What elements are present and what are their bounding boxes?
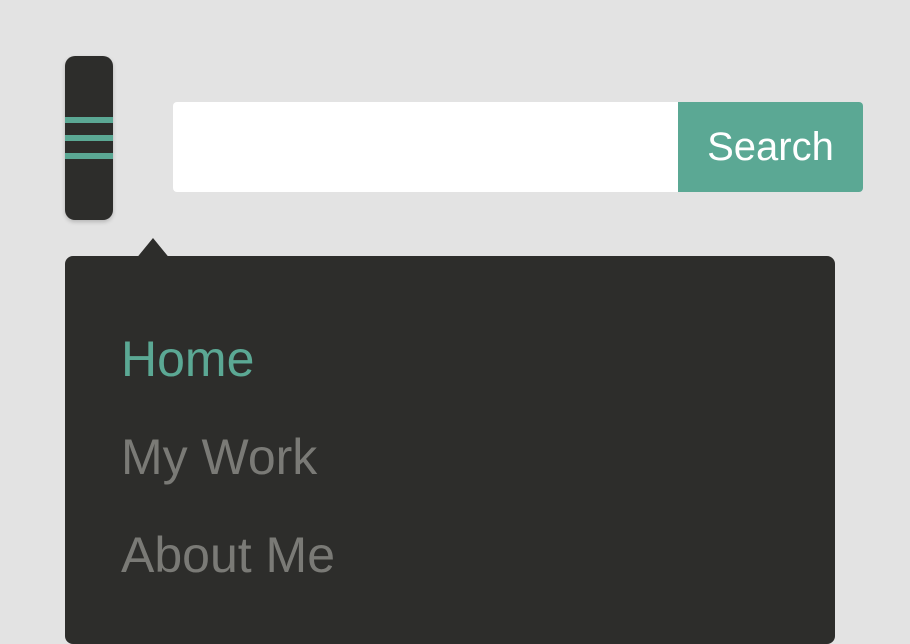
search-input[interactable] <box>173 102 678 192</box>
nav-dropdown: Home My Work About Me <box>65 256 835 644</box>
search-form: Search <box>173 102 863 192</box>
hamburger-menu-button[interactable] <box>65 56 113 220</box>
nav-item-home[interactable]: Home <box>121 310 779 408</box>
nav-item-my-work[interactable]: My Work <box>121 408 779 506</box>
nav-item-about-me[interactable]: About Me <box>121 506 779 604</box>
search-button[interactable]: Search <box>678 102 863 192</box>
hamburger-icon <box>65 117 113 159</box>
